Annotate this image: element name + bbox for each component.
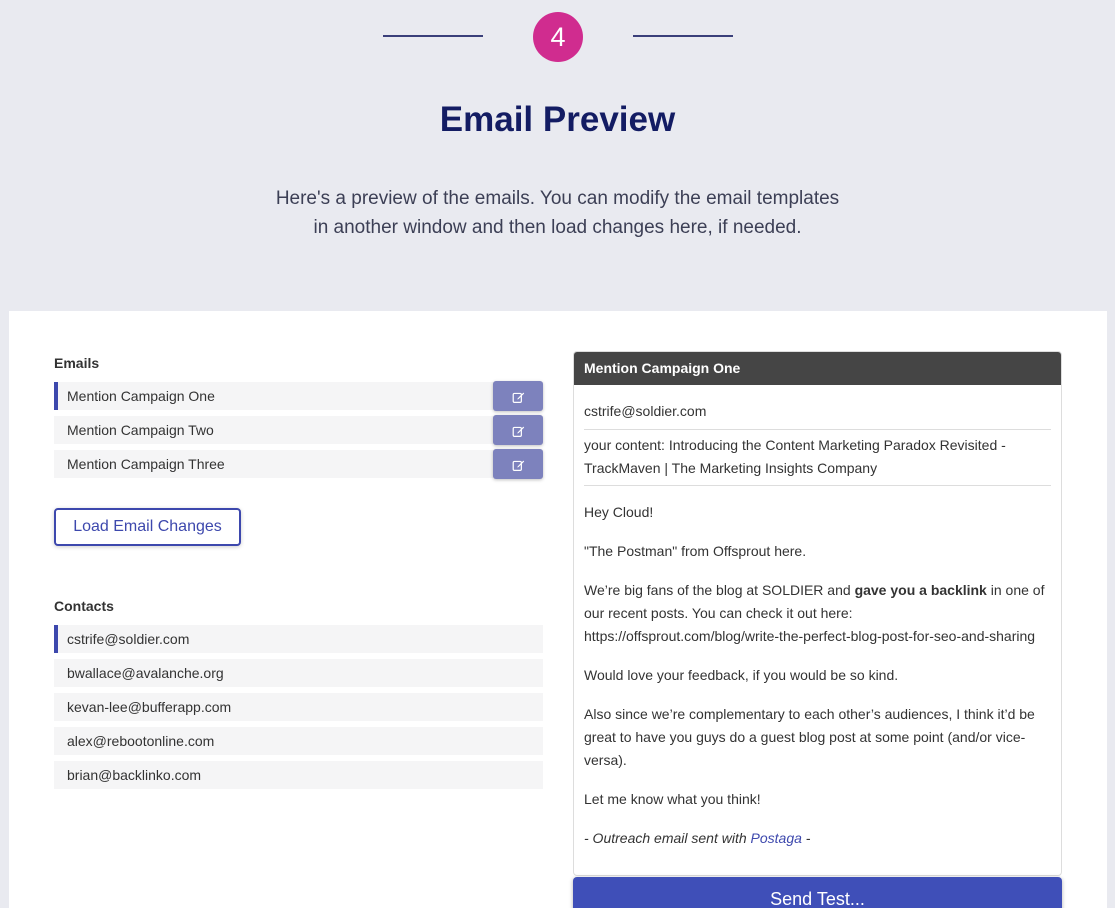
email-preview-card: Mention Campaign One cstrife@soldier.com… — [573, 351, 1062, 876]
email-item-label: Mention Campaign Three — [67, 456, 225, 472]
contact-list-item[interactable]: alex@rebootonline.com — [54, 727, 543, 755]
page-subtitle: Here's a preview of the emails. You can … — [0, 184, 1115, 242]
contact-list-item[interactable]: kevan-lee@bufferapp.com — [54, 693, 543, 721]
edit-email-button[interactable] — [493, 415, 543, 445]
contacts-label: Contacts — [54, 598, 114, 614]
step-line-left — [383, 35, 483, 37]
step-indicator: 4 — [0, 12, 1115, 62]
send-test-button[interactable]: Send Test... — [573, 877, 1062, 908]
edit-email-button[interactable] — [493, 449, 543, 479]
preview-recipient: cstrife@soldier.com — [584, 385, 1051, 430]
postaga-link[interactable]: Postaga — [751, 830, 802, 846]
load-email-changes-button[interactable]: Load Email Changes — [54, 508, 241, 546]
contact-list-item[interactable]: bwallace@avalanche.org — [54, 659, 543, 687]
step-number-badge: 4 — [533, 12, 583, 62]
preview-title: Mention Campaign One — [574, 352, 1061, 385]
contact-list-item[interactable]: brian@backlinko.com — [54, 761, 543, 789]
edit-pencil-icon — [512, 392, 524, 403]
subtitle-line-1: Here's a preview of the emails. You can … — [275, 188, 840, 209]
edit-email-button[interactable] — [493, 381, 543, 411]
message-paragraph-2: Would love your feedback, if you would b… — [584, 667, 899, 683]
email-list-item[interactable]: Mention Campaign Three — [54, 449, 543, 479]
subtitle-line-2: in another window and then load changes … — [313, 217, 802, 238]
email-list-item[interactable]: Mention Campaign Two — [54, 415, 543, 445]
edit-pencil-icon — [512, 460, 524, 471]
preview-subject: your content: Introducing the Content Ma… — [584, 430, 1051, 486]
email-list-item[interactable]: Mention Campaign One — [54, 381, 543, 411]
preview-message: Hey Cloud! "The Postman" from Offsprout … — [584, 486, 1051, 850]
message-signature: - Outreach email sent with Postaga - — [584, 830, 811, 846]
step-line-right — [633, 35, 733, 37]
message-paragraph-4: Let me know what you think! — [584, 791, 761, 807]
message-intro: "The Postman" from Offsprout here. — [584, 543, 807, 559]
message-paragraph-3: Also since we’re complementary to each o… — [584, 706, 1035, 768]
email-item-label: Mention Campaign One — [67, 388, 215, 404]
message-paragraph-1: We’re big fans of the blog at SOLDIER an… — [584, 582, 1045, 644]
edit-pencil-icon — [512, 426, 524, 437]
message-greeting: Hey Cloud! — [584, 504, 654, 520]
message-bold-text: gave you a backlink — [854, 582, 987, 598]
emails-label: Emails — [54, 355, 100, 371]
contact-list-item[interactable]: cstrife@soldier.com — [54, 625, 543, 653]
content-panel: Emails Mention Campaign One Mention Camp… — [9, 311, 1107, 908]
page-title: Email Preview — [439, 100, 676, 139]
email-item-label: Mention Campaign Two — [67, 422, 214, 438]
